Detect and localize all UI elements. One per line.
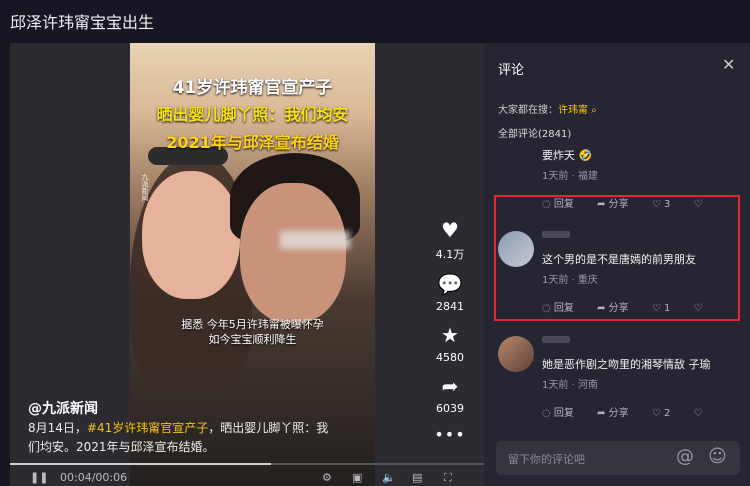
comment-time: 1天前 xyxy=(542,171,569,182)
video-headline: 41岁许玮甯官宣产子 晒出婴儿脚丫照：我们均安 2021年与邱泽宣布结婚 xyxy=(130,73,375,153)
pip-icon[interactable]: ▣ xyxy=(352,471,362,484)
headline-line: 41岁许玮甯官宣产子 xyxy=(172,78,333,98)
comment-author-redacted xyxy=(542,231,570,238)
share-comment-button[interactable]: ➦ 分享 xyxy=(597,408,639,419)
danmaku-icon[interactable]: ▤ xyxy=(412,471,422,484)
headline-line: 晒出婴儿脚丫照：我们均安 xyxy=(156,105,349,124)
search-icon[interactable]: ⌕ xyxy=(588,105,597,116)
reply-label: 回复 xyxy=(553,303,574,314)
comment-text: 要炸天 🤣 xyxy=(542,149,593,162)
comments-title: 评论 xyxy=(498,63,525,78)
avatar[interactable] xyxy=(498,336,534,372)
comment-location: 河南 xyxy=(577,380,598,391)
video-author[interactable]: @九派新闻 xyxy=(28,398,98,418)
emoji-icon[interactable]: ☺ xyxy=(708,446,727,467)
progress-fill xyxy=(10,463,271,465)
pause-icon[interactable]: ❚❚ xyxy=(30,471,48,484)
comment-icon: 💬 xyxy=(437,272,463,296)
page-title: 邱泽许玮甯宝宝出生 xyxy=(10,13,155,32)
more-button[interactable]: ••• xyxy=(430,425,470,444)
description-text: 8月14日， xyxy=(28,421,87,435)
video-watermark: 九派新闻 xyxy=(141,173,149,201)
reply-button[interactable]: ◌ 回复 xyxy=(542,303,584,314)
comment-author-redacted xyxy=(542,336,570,343)
share-label: 分享 xyxy=(608,408,629,419)
comment-input-placeholder: 留下你的评论吧 xyxy=(508,453,585,466)
volume-icon[interactable]: 🔈 xyxy=(382,471,396,484)
share-comment-button[interactable]: ➦ 分享 xyxy=(597,303,639,314)
subtitle-line: 如今宝宝顺利降生 xyxy=(208,333,297,346)
reply-button[interactable]: ◌ 回复 xyxy=(542,408,584,419)
comment-meta: 1天前 · 福建 xyxy=(542,171,598,182)
comment-button[interactable]: 💬 2841 xyxy=(430,272,470,313)
video-image-face xyxy=(142,171,240,299)
star-icon: ★ xyxy=(441,323,459,347)
player-controls: ❚❚ 00:04/00:06 ⚙ ▣ 🔈 ▤ ⛶ xyxy=(22,471,472,486)
comment-text: 她是恶作剧之吻里的湘琴情敌 子瑜 xyxy=(542,358,711,371)
mention-icon[interactable]: @ xyxy=(676,446,694,467)
video-player[interactable]: 41岁许玮甯官宣产子 晒出婴儿脚丫照：我们均安 2021年与邱泽宣布结婚 九派新… xyxy=(10,43,484,486)
favorite-button[interactable]: ★ 4580 xyxy=(430,323,470,364)
blur-patch xyxy=(280,231,350,249)
comment-location: 重庆 xyxy=(577,275,598,286)
video-description: 8月14日，#41岁许玮甯官宣产子，晒出婴儿脚丫照：我们均安。2021年与邱泽宣… xyxy=(28,419,338,457)
comment-location: 福建 xyxy=(577,171,598,182)
comment-time: 1天前 xyxy=(542,275,569,286)
progress-bar[interactable] xyxy=(10,463,484,465)
trending-search-link[interactable]: 许玮甯 xyxy=(558,105,588,116)
dislike-icon[interactable]: ♡ xyxy=(694,303,703,314)
comment-count-label: 全部评论(2841) xyxy=(498,129,572,140)
video-subtitle: 据悉 今年5月许玮甯被曝怀孕 如今宝宝顺利降生 xyxy=(130,317,375,347)
comment-time: 1天前 xyxy=(542,380,569,391)
like-button[interactable]: ♥ 4.1万 xyxy=(430,218,470,262)
trending-search: 大家都在搜：许玮甯 ⌕ xyxy=(498,101,597,116)
avatar[interactable] xyxy=(498,231,534,267)
comment-input[interactable]: 留下你的评论吧 @ ☺ xyxy=(496,441,740,475)
subtitle-line: 据悉 今年5月许玮甯被曝怀孕 xyxy=(181,318,324,331)
time-display: 00:04/00:06 xyxy=(60,471,128,484)
search-prefix: 大家都在搜： xyxy=(498,105,558,116)
close-icon[interactable]: ✕ xyxy=(722,55,735,74)
comment-item: 这个男的是不是唐嫣的前男朋友 1天前 · 重庆 ◌ 回复 ➦ 分享 ♡ 1 ♡ xyxy=(498,231,750,314)
video-image-face xyxy=(240,183,346,323)
comment-like-button[interactable]: ♡ 1 xyxy=(652,303,681,314)
dislike-icon[interactable]: ♡ xyxy=(694,408,703,419)
comment-count: 2841 xyxy=(436,300,464,313)
comment-panel: 评论 ✕ 大家都在搜：许玮甯 ⌕ 全部评论(2841) 要炸天 🤣 1天前 · … xyxy=(484,43,750,486)
comment-like-count: 1 xyxy=(664,303,671,314)
heart-icon: ♥ xyxy=(441,218,459,242)
video-actions: ♥ 4.1万 💬 2841 ★ 4580 ➦ 6039 ••• xyxy=(430,218,470,454)
comment-item: 她是恶作剧之吻里的湘琴情敌 子瑜 1天前 · 河南 ◌ 回复 ➦ 分享 ♡ 2 … xyxy=(498,336,750,419)
comment-like-count: 2 xyxy=(664,408,671,419)
comment-actions: ◌ 回复 ➦ 分享 ♡ 2 ♡ xyxy=(542,404,713,419)
fullscreen-icon[interactable]: ⛶ xyxy=(444,471,452,485)
comment-like-button[interactable]: ♡ 2 xyxy=(652,408,681,419)
settings-icon[interactable]: ⚙ xyxy=(322,471,332,484)
share-label: 分享 xyxy=(608,303,629,314)
reply-label: 回复 xyxy=(553,408,574,419)
more-dots-icon: ••• xyxy=(434,425,466,444)
comment-meta: 1天前 · 重庆 xyxy=(542,275,598,286)
comment-actions: ◌ 回复 ➦ 分享 ♡ 1 ♡ xyxy=(542,299,713,314)
share-count: 6039 xyxy=(436,402,464,415)
favorite-count: 4580 xyxy=(436,351,464,364)
share-arrow-icon: ➦ xyxy=(441,374,459,398)
comment-text: 这个男的是不是唐嫣的前男朋友 xyxy=(542,253,696,266)
share-button[interactable]: ➦ 6039 xyxy=(430,374,470,415)
hashtag-link[interactable]: #41岁许玮甯官宣产子 xyxy=(87,421,208,435)
like-count: 4.1万 xyxy=(435,248,465,261)
headline-line: 2021年与邱泽宣布结婚 xyxy=(166,133,339,152)
comment-meta: 1天前 · 河南 xyxy=(542,380,598,391)
